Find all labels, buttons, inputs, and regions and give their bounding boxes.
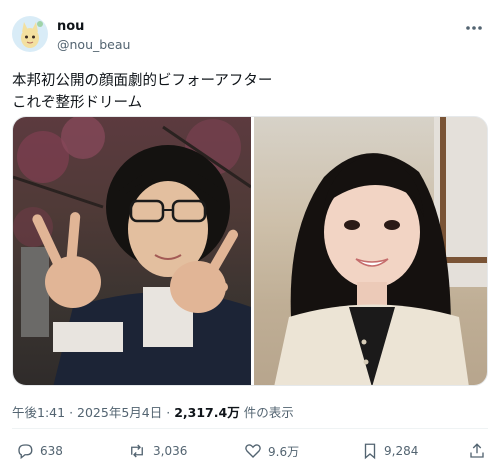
author-handle[interactable]: @nou_beau: [57, 37, 130, 52]
photo-before[interactable]: [13, 117, 251, 385]
like-icon: [245, 444, 261, 458]
like-button[interactable]: 9.6万: [244, 440, 299, 462]
tweet-header: nou @nou_beau: [12, 14, 488, 56]
tweet-date[interactable]: 2025年5月4日: [77, 405, 162, 420]
tweet-time[interactable]: 午後1:41: [12, 405, 65, 420]
retweet-button[interactable]: 3,036: [127, 440, 187, 462]
like-count: 9.6万: [268, 444, 300, 459]
retweet-icon: [131, 444, 143, 458]
bookmark-button[interactable]: 9,284: [362, 440, 418, 462]
divider: [12, 428, 488, 429]
tweet-text: 本邦初公開の顔面劇的ビフォーアフター これぞ整形ドリーム: [12, 70, 482, 114]
view-label: 件の表示: [243, 405, 294, 420]
bookmark-count: 9,284: [384, 444, 419, 458]
tweet-text-line-2: これぞ整形ドリーム: [12, 95, 143, 111]
tweet-meta: 午後1:41 · 2025年5月4日 · 2,317.4万 件の表示: [12, 402, 294, 421]
tweet-text-line-1: 本邦初公開の顔面劇的ビフォーアフター: [12, 73, 273, 89]
meta-separator: ·: [69, 405, 74, 420]
reply-count: 638: [40, 444, 63, 458]
reply-button[interactable]: 638: [16, 440, 63, 462]
photo-after[interactable]: [254, 117, 487, 385]
more-icon[interactable]: [464, 20, 484, 36]
reply-icon: [18, 444, 33, 460]
share-button[interactable]: [468, 440, 492, 462]
retweet-count: 3,036: [153, 444, 188, 458]
tweet-media: [12, 116, 488, 386]
share-icon: [470, 443, 484, 458]
bookmark-icon: [364, 443, 376, 460]
author-name[interactable]: nou: [57, 19, 84, 34]
view-count[interactable]: 2,317.4万: [174, 405, 240, 420]
meta-separator-2: ·: [166, 405, 171, 420]
action-bar: 638 3,036 9.6万 9,284: [12, 440, 488, 464]
avatar[interactable]: [12, 16, 48, 52]
